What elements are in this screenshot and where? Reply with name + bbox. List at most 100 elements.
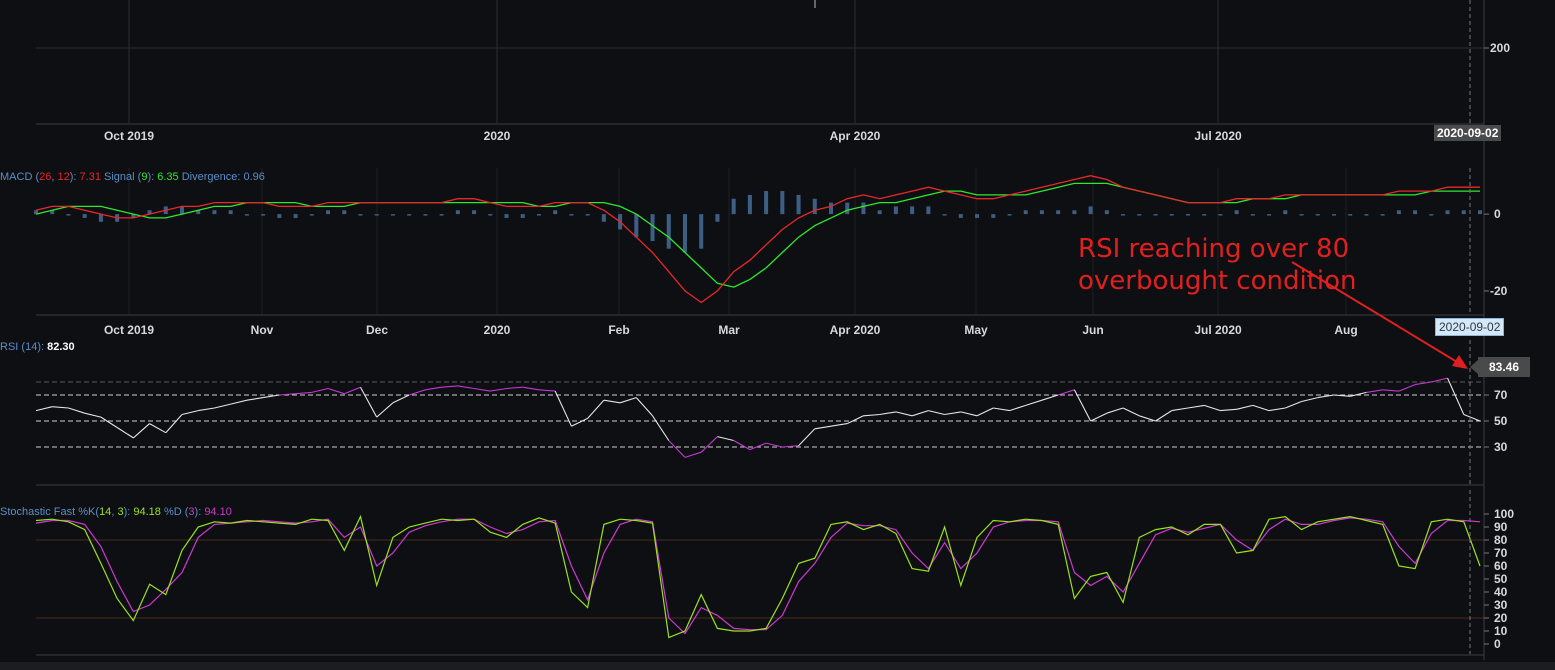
rsi-line-segment <box>1106 407 1124 414</box>
rsi-legend-name: RSI <box>0 341 19 353</box>
annotation-arrow-head <box>1452 355 1468 369</box>
rsi-line-segment <box>198 407 215 412</box>
macd-x-tick-label: Oct 2019 <box>104 323 154 337</box>
macd-divergence-bar <box>666 214 671 249</box>
macd-divergence-bar <box>634 214 639 238</box>
stoch-y-tick-label: 100 <box>1494 507 1514 521</box>
macd-divergence-bar <box>66 214 71 216</box>
rsi-legend-period: 14 <box>25 341 38 353</box>
rsi-line-segment <box>895 411 913 417</box>
macd-divergence-bar <box>845 202 850 215</box>
macd-divergence-bar <box>1267 214 1272 216</box>
rsi-line-segment <box>1463 413 1481 422</box>
macd-divergence-bar <box>293 214 298 218</box>
macd-x-tick-label: Nov <box>251 323 274 337</box>
macd-divergence-bar <box>715 214 720 222</box>
macd-divergence-bar <box>1380 214 1385 216</box>
macd-divergence-bar <box>1315 214 1320 216</box>
rsi-current-value-tag: 83.46 <box>1478 357 1530 377</box>
rsi-line-segment <box>52 406 69 409</box>
macd-divergence-bar <box>277 214 282 218</box>
macd-divergence-bar <box>1445 210 1450 215</box>
macd-divergence-bar <box>731 198 736 215</box>
macd-divergence-bar <box>910 206 915 215</box>
macd-y-tick-label: 0 <box>1494 207 1501 221</box>
annotation-line-2: overbought condition <box>1078 266 1357 296</box>
macd-divergence-bar <box>1007 214 1012 216</box>
macd-divergence-bar <box>228 210 233 215</box>
rsi-line-segment <box>165 414 183 434</box>
rsi-annotation-text: RSI reaching over 80 overbought conditio… <box>1078 233 1357 297</box>
rsi-y-tick-label: 70 <box>1494 388 1508 402</box>
macd-legend: MACD (26, 12): 7.31 Signal (9): 6.35 Div… <box>0 171 265 183</box>
rsi-line-segment <box>246 397 264 401</box>
stoch-y-tick-label: 80 <box>1494 533 1508 547</box>
macd-divergence-bar <box>342 210 347 215</box>
stochastic-legend: Stochastic Fast %K(14, 3): 94.18 %D (3):… <box>0 506 232 518</box>
macd-crosshair-date-tag: 2020-09-02 <box>1435 318 1505 336</box>
rsi-line-segment <box>295 391 312 395</box>
macd-divergence-bar <box>1478 210 1482 215</box>
rsi-line-segment <box>409 389 426 396</box>
stoch-legend-k-value: 94.18 <box>133 506 161 518</box>
stoch-y-tick-label: 90 <box>1494 520 1508 534</box>
macd-divergence-bar <box>1348 214 1353 216</box>
macd-legend-signal-label: Signal <box>104 171 135 183</box>
stock-chart-panels[interactable]: 200Oct 2019 2020 Apr 2020 Jul 2020Oct 2019 N… <box>0 0 1555 670</box>
rsi-line-segment <box>1155 410 1173 422</box>
macd-divergence-bar <box>877 210 882 215</box>
rsi-line-segment <box>1431 377 1448 383</box>
rsi-line-segment <box>603 399 621 404</box>
rsi-line-segment <box>1268 407 1286 412</box>
stoch-line-k <box>35 514 1481 639</box>
rsi-line-segment <box>1025 399 1043 406</box>
macd-divergence-bar <box>98 214 103 222</box>
macd-divergence-bar <box>975 214 980 218</box>
price-x-tick-label: Apr 2020 <box>830 129 881 143</box>
rsi-line-segment <box>1009 404 1026 412</box>
stoch-line-d <box>35 517 1481 635</box>
rsi-line-segment <box>1333 394 1351 397</box>
macd-divergence-bar <box>812 198 817 215</box>
rsi-line-segment <box>1073 389 1092 422</box>
rsi-line-segment <box>1171 407 1189 412</box>
rsi-line-segment <box>1236 404 1253 410</box>
rsi-line-segment <box>846 415 864 425</box>
macd-legend-divergence-value: 0.96 <box>243 171 265 183</box>
rsi-line-segment <box>1220 408 1237 412</box>
macd-divergence-bar <box>569 214 574 216</box>
stoch-y-tick-label: 0 <box>1494 637 1501 651</box>
macd-divergence-bar <box>829 202 834 215</box>
macd-divergence-bar <box>1364 214 1369 216</box>
rsi-line-segment <box>1204 404 1221 412</box>
rsi-line-segment <box>830 423 848 427</box>
macd-divergence-bar <box>374 214 379 216</box>
macd-divergence-bar <box>1299 214 1304 216</box>
macd-legend-signal-value: 6.35 <box>157 171 179 183</box>
macd-x-tick-label: Aug <box>1334 323 1357 337</box>
rsi-line-segment <box>230 399 248 405</box>
rsi-line-segment <box>798 428 816 447</box>
macd-divergence-bar <box>212 210 217 215</box>
rsi-line-segment <box>1350 391 1367 397</box>
stoch-y-tick-label: 60 <box>1494 559 1508 573</box>
rsi-line-segment <box>522 386 540 391</box>
rsi-line-segment <box>749 442 767 451</box>
macd-divergence-bar <box>1250 214 1255 216</box>
macd-divergence-bar <box>1056 210 1061 215</box>
rsi-line-segment <box>587 399 605 419</box>
macd-divergence-bar <box>764 191 769 215</box>
stoch-legend-d-value: 94.10 <box>204 506 232 518</box>
rsi-line-segment <box>441 385 458 388</box>
macd-x-tick-label: May <box>964 323 988 337</box>
rsi-value-tag-pointer <box>1470 360 1478 374</box>
stoch-y-tick-label: 70 <box>1494 546 1508 560</box>
macd-divergence-bar <box>326 210 331 215</box>
macd-divergence-bar <box>504 214 509 218</box>
macd-divergence-bar <box>1234 210 1239 215</box>
rsi-line-segment <box>490 387 507 392</box>
macd-divergence-bar <box>1088 206 1093 215</box>
macd-divergence-bar <box>1121 214 1126 216</box>
macd-legend-fast: 26 <box>39 171 52 183</box>
macd-divergence-bar <box>1169 214 1174 216</box>
